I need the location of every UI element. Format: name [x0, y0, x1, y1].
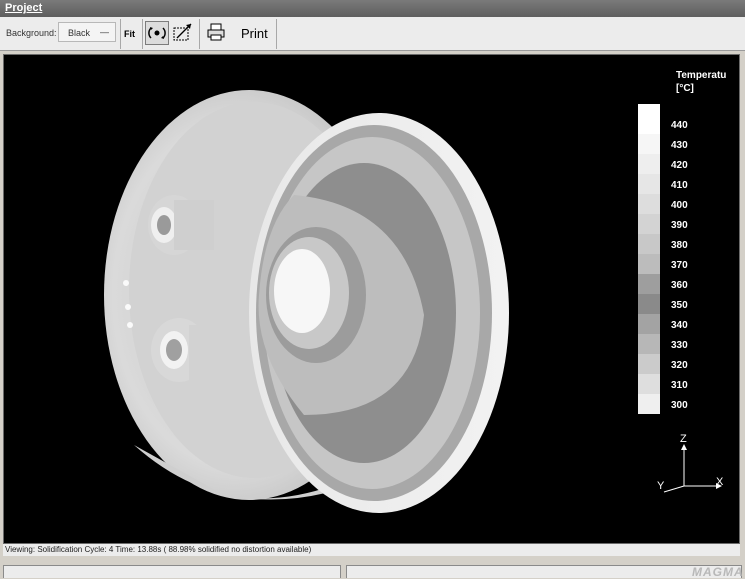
status-panel-right — [346, 565, 742, 578]
legend-value-label: 350 — [671, 300, 688, 311]
legend-swatch — [638, 114, 660, 134]
window-title-bar: Project — [0, 0, 745, 17]
legend-swatch — [638, 394, 660, 414]
legend-swatch — [638, 374, 660, 394]
background-label: Background: — [6, 28, 57, 38]
legend-swatch — [638, 154, 660, 174]
legend-swatch — [638, 274, 660, 294]
window-title: Project — [5, 2, 43, 14]
legend-value-label: 400 — [671, 200, 688, 211]
zoom-region-button[interactable] — [171, 21, 195, 45]
legend-value-label: 370 — [671, 260, 688, 271]
axis-x-label: X — [716, 476, 724, 488]
legend-swatch — [638, 314, 660, 334]
legend-swatch-top — [638, 104, 660, 114]
legend-swatch — [638, 334, 660, 354]
rotate-view-icon — [148, 27, 166, 39]
legend-title-line1: Temperatu — [676, 70, 727, 81]
legend-swatch — [638, 234, 660, 254]
background-select-value: Black — [68, 28, 91, 38]
legend-swatch — [638, 134, 660, 154]
legend-value-label: 310 — [671, 380, 688, 391]
toolbar-separator — [142, 19, 143, 49]
legend-value-label: 320 — [671, 360, 688, 371]
legend-value-label: 440 — [671, 120, 688, 131]
status-line: Viewing: Solidification Cycle: 4 Time: 1… — [3, 544, 740, 556]
legend-title: Temperatu [°C] — [676, 69, 731, 95]
legend-color-bar — [638, 104, 660, 420]
legend-value-label: 340 — [671, 320, 688, 331]
axis-y-label: Y — [657, 480, 665, 492]
legend-swatch — [638, 354, 660, 374]
print-icon-button[interactable] — [205, 21, 229, 45]
3d-viewport[interactable]: Temperatu [°C] 440 430 420 410 400 390 380 370 3… — [3, 54, 740, 544]
legend-value-label: 300 — [671, 400, 688, 411]
toolbar-separator — [199, 19, 200, 49]
background-select[interactable]: Black — — [58, 22, 116, 42]
status-panel-left — [3, 565, 341, 578]
axis-triad — [663, 444, 722, 493]
toolbar-separator — [120, 19, 121, 49]
toolbar-separator — [276, 19, 277, 49]
legend-swatch — [638, 254, 660, 274]
fit-button[interactable]: Fit — [124, 29, 135, 39]
dropdown-icon: — — [100, 27, 109, 37]
legend-value-label: 380 — [671, 240, 688, 251]
legend-swatch — [638, 174, 660, 194]
toolbar: Background: Black — Fit Print — [0, 17, 745, 51]
legend-value-label: 430 — [671, 140, 688, 151]
legend-swatch — [638, 294, 660, 314]
legend-value-label: 420 — [671, 160, 688, 171]
axis-z-label: Z — [680, 433, 687, 445]
print-button[interactable]: Print — [241, 26, 268, 41]
rotate-view-button[interactable] — [145, 21, 169, 45]
legend-value-label: 390 — [671, 220, 688, 231]
printer-icon — [207, 23, 225, 41]
zoom-region-icon — [173, 23, 192, 41]
legend-value-label: 410 — [671, 180, 688, 191]
legend-swatch — [638, 214, 660, 234]
legend-swatch — [638, 194, 660, 214]
vendor-logo: MAGMA — [692, 565, 744, 579]
legend-value-label: 330 — [671, 340, 688, 351]
legend-title-unit: [°C] — [676, 83, 694, 94]
legend-value-label: 360 — [671, 280, 688, 291]
casting-model — [104, 90, 509, 513]
